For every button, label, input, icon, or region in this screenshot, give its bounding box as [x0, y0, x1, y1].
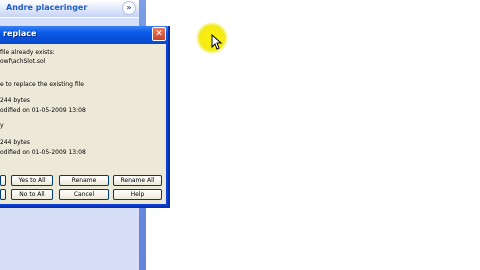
message-line: odified on 01-05-2009 13:08	[0, 107, 86, 114]
cancel-button[interactable]: Cancel	[59, 189, 109, 200]
yes-to-all-button[interactable]: Yes to All	[11, 175, 53, 186]
dialog-title: replace	[3, 29, 37, 38]
message-line: file already exists:	[0, 49, 55, 56]
close-icon[interactable]: ✕	[152, 27, 166, 41]
confirm-file-replace-dialog: replace ✕ file already exists: owf\achSl…	[0, 26, 170, 208]
rename-all-button[interactable]: Rename All	[113, 175, 162, 186]
help-button[interactable]: Help	[113, 189, 162, 200]
dialog-client-area: file already exists: owf\achSlot.sol e t…	[0, 44, 166, 204]
message-line: 244 bytes	[0, 97, 30, 104]
other-places-header[interactable]: Andre placeringer »	[0, 0, 139, 18]
message-line: owf\achSlot.sol	[0, 58, 46, 65]
no-to-all-button[interactable]: No to All	[11, 189, 53, 200]
dialog-titlebar[interactable]: replace ✕	[0, 26, 168, 44]
message-line: odified on 01-05-2009 13:08	[0, 149, 86, 156]
mouse-pointer-icon	[211, 34, 223, 50]
rename-button[interactable]: Rename	[59, 175, 109, 186]
chevron-double-down-icon[interactable]: »	[122, 1, 136, 15]
yes-button[interactable]	[0, 175, 6, 186]
other-places-title: Andre placeringer	[6, 3, 88, 12]
message-line: 244 bytes	[0, 139, 30, 146]
message-line: y	[0, 122, 4, 129]
no-button[interactable]	[0, 189, 6, 200]
message-line: e to replace the existing file	[0, 81, 84, 88]
